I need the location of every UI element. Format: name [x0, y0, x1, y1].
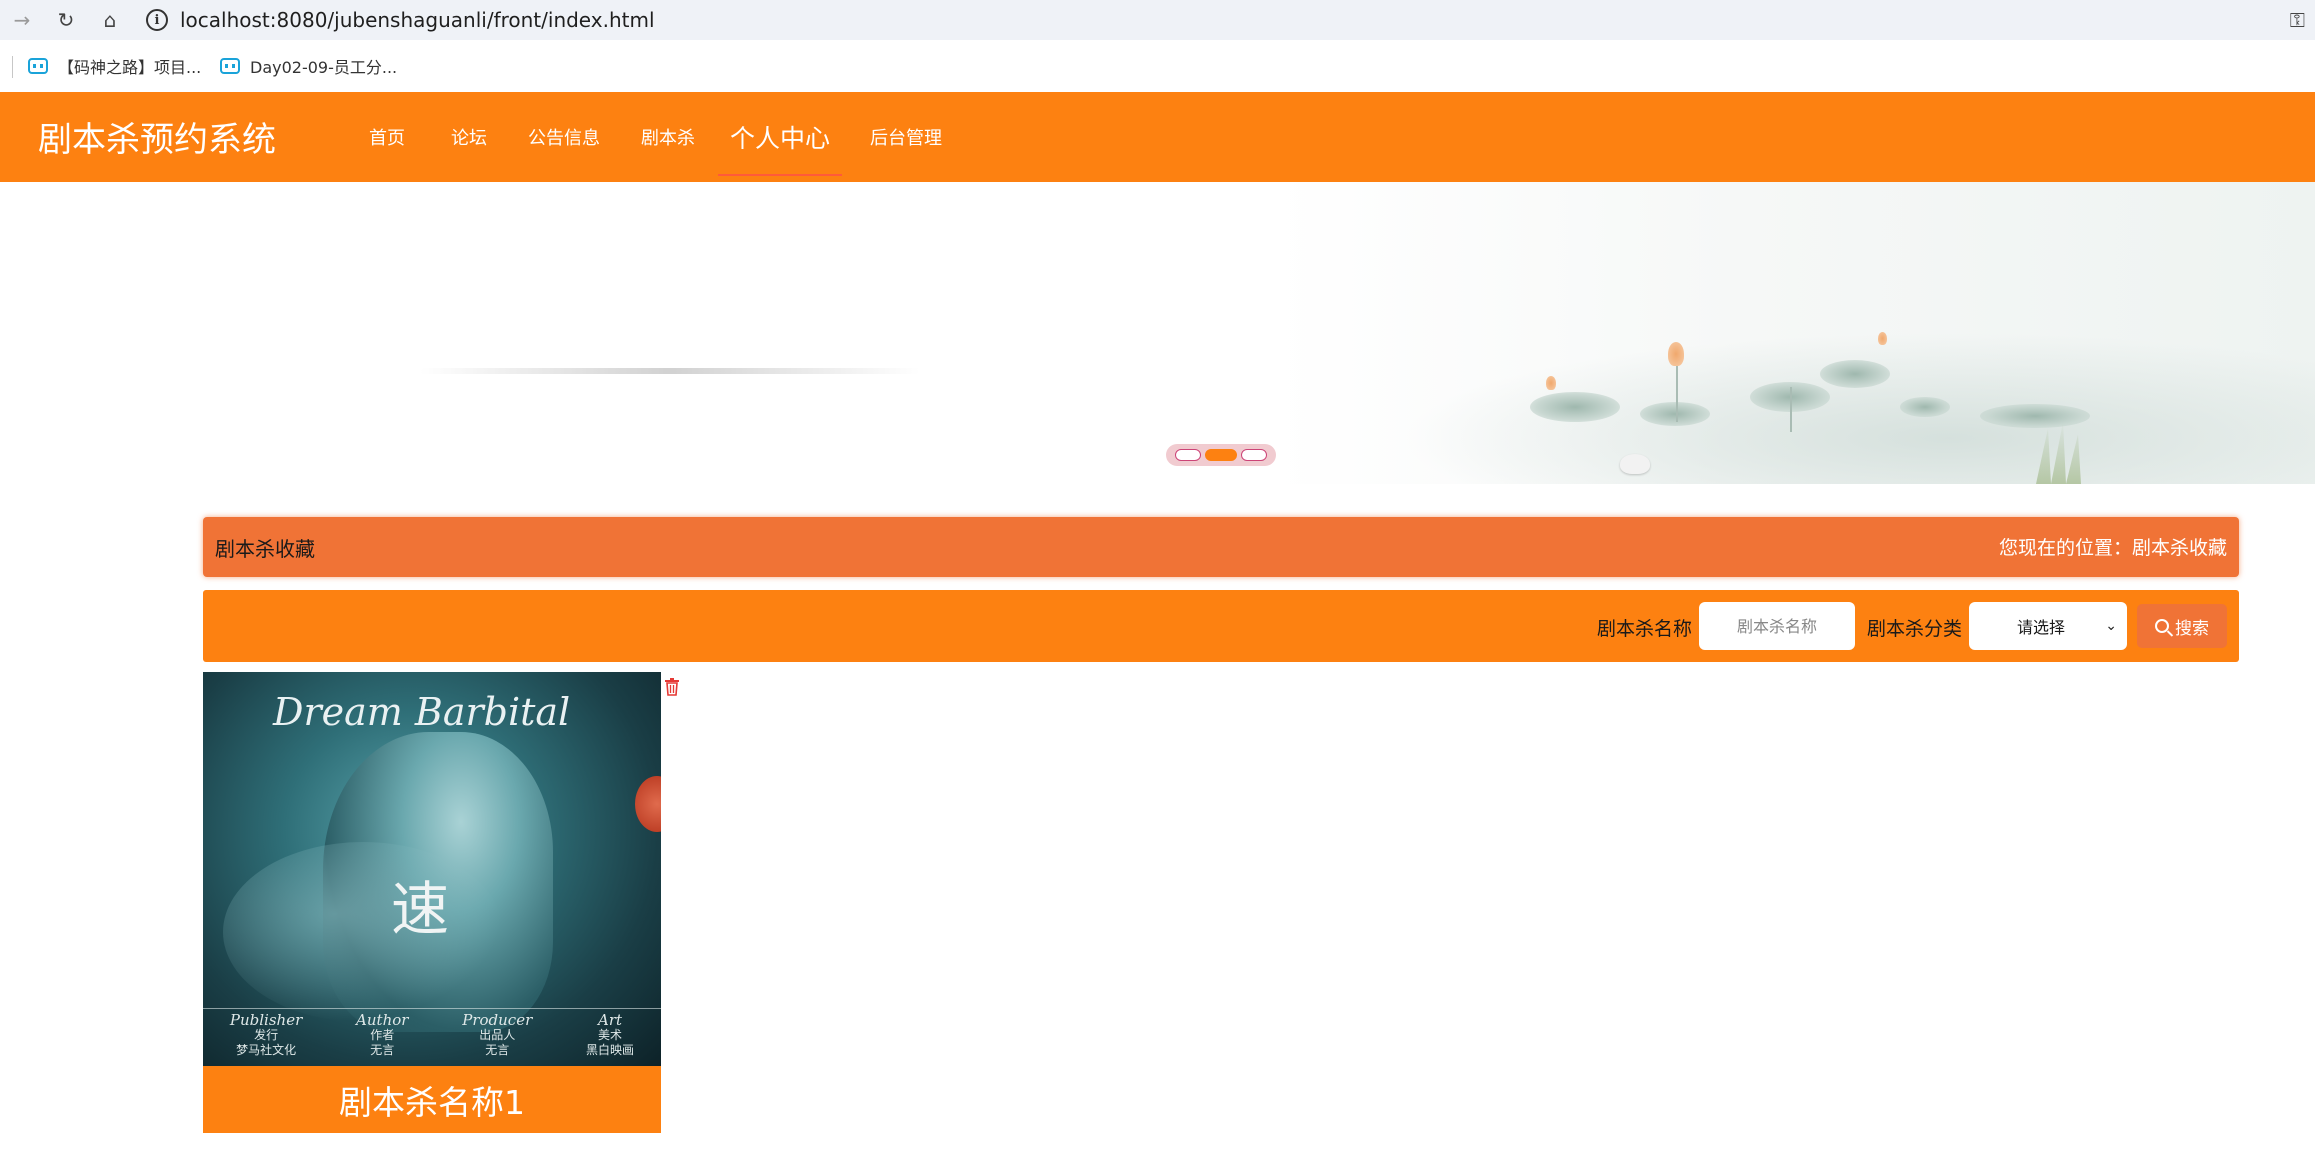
bookmarks-divider — [12, 56, 13, 78]
script-category-select[interactable]: 请选择 ⌄ — [1969, 602, 2127, 650]
main-menu: 首页 论坛 公告信息 剧本杀 个人中心 后台管理 — [346, 92, 970, 182]
search-bar: 剧本杀名称 剧本杀分类 请选择 ⌄ 搜索 — [203, 590, 2239, 662]
cover-credit: Publisher 发行 梦马社文化 — [229, 1011, 303, 1058]
password-key-icon[interactable]: ⚿ — [2290, 8, 2305, 32]
carousel-dot-active[interactable] — [1205, 449, 1237, 461]
lotus-stem — [1676, 362, 1678, 422]
reload-icon[interactable]: ↻ — [52, 6, 80, 34]
search-button[interactable]: 搜索 — [2137, 604, 2227, 648]
script-name-label: 剧本杀名称 — [1597, 618, 1693, 640]
swan — [1620, 454, 1650, 474]
page-title: 剧本杀收藏 — [215, 537, 315, 561]
bookmark-label: Day02-09-员工分... — [250, 58, 398, 77]
url-text[interactable]: localhost:8080/jubenshaguanli/front/inde… — [180, 8, 655, 32]
cover-wax-seal — [635, 776, 661, 832]
bookmark-item[interactable]: 【码神之路】项目... — [28, 52, 201, 80]
lotus-leaf — [1530, 392, 1620, 422]
bookmark-label: 【码神之路】项目... — [58, 58, 202, 77]
menu-item-forum[interactable]: 论坛 — [428, 92, 510, 182]
search-button-label: 搜索 — [2175, 618, 2209, 639]
chevron-down-icon: ⌄ — [2105, 618, 2117, 634]
cover-title: Dream Barbital — [273, 690, 571, 734]
script-name-caption[interactable]: 剧本杀名称1 — [203, 1066, 661, 1133]
home-icon[interactable]: ⌂ — [96, 6, 124, 34]
menu-item-script[interactable]: 剧本杀 — [618, 92, 718, 182]
cover-wing — [223, 842, 503, 1022]
banner-carousel — [0, 182, 2315, 484]
site-header: 剧本杀预约系统 首页 论坛 公告信息 剧本杀 个人中心 后台管理 — [0, 92, 2315, 182]
breadcrumb-bar: 剧本杀收藏 您现在的位置：剧本杀收藏 — [203, 517, 2239, 577]
carousel-dot[interactable] — [1241, 449, 1267, 461]
menu-item-notice[interactable]: 公告信息 — [510, 92, 618, 182]
cover-credit: Art 美术 黑白映画 — [586, 1011, 635, 1058]
breadcrumb-location: 您现在的位置：剧本杀收藏 — [1998, 537, 2227, 559]
bookmarks-bar: 【码神之路】项目... Day02-09-员工分... — [0, 40, 2315, 92]
cover-credits: Publisher 发行 梦马社文化 Author 作者 无言 Producer… — [203, 1008, 661, 1066]
lotus-leaf — [1980, 404, 2090, 428]
lotus-bud — [1668, 342, 1684, 366]
lotus-bud — [1878, 332, 1887, 345]
menu-item-personal-center[interactable]: 个人中心 — [718, 92, 842, 182]
url-field[interactable]: i localhost:8080/jubenshaguanli/front/in… — [146, 4, 655, 36]
menu-item-admin[interactable]: 后台管理 — [842, 92, 970, 182]
lotus-leaf — [1640, 402, 1710, 426]
site-info-icon[interactable]: i — [146, 9, 168, 31]
lotus-bud — [1546, 376, 1556, 390]
browser-address-bar: → ↻ ⌂ i localhost:8080/jubenshaguanli/fr… — [0, 0, 2315, 40]
lotus-leaf — [1820, 360, 1890, 388]
cover-credit: Producer 出品人 无言 — [462, 1011, 533, 1058]
back-arrow-icon[interactable]: → — [8, 6, 36, 34]
category-selected-value: 请选择 — [2017, 618, 2066, 637]
bookmark-item[interactable]: Day02-09-员工分... — [220, 52, 397, 80]
banner-haze — [420, 368, 920, 374]
cover-credit: Author 作者 无言 — [356, 1011, 409, 1058]
lotus-leaf — [1900, 397, 1950, 417]
carousel-dot[interactable] — [1175, 449, 1201, 461]
bilibili-icon — [220, 58, 240, 74]
trash-icon[interactable] — [664, 678, 680, 696]
script-cover-image[interactable]: Dream Barbital 速 Publisher 发行 梦马社文化 Auth… — [203, 672, 661, 1066]
search-icon — [2155, 619, 2169, 633]
site-logo[interactable]: 剧本杀预约系统 — [38, 112, 276, 161]
carousel-indicators — [1166, 444, 1276, 466]
bilibili-icon — [28, 58, 48, 74]
cover-glyph: 速 — [391, 875, 450, 943]
favorite-card[interactable]: Dream Barbital 速 Publisher 发行 梦马社文化 Auth… — [203, 672, 661, 1133]
lotus-stem — [1790, 387, 1792, 432]
script-category-label: 剧本杀分类 — [1867, 618, 1963, 640]
script-name-input[interactable] — [1699, 602, 1855, 650]
menu-item-home[interactable]: 首页 — [346, 92, 428, 182]
